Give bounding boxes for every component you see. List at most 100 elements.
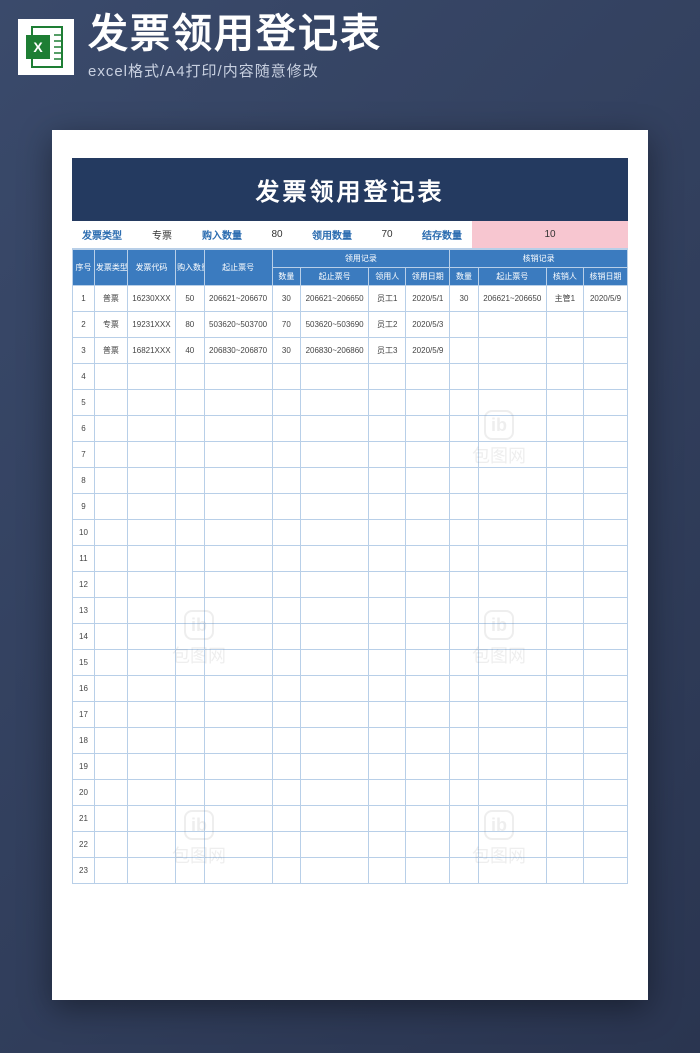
cell-vqty: [450, 494, 479, 520]
table-row: 20: [73, 780, 628, 806]
col-use-date: 领用日期: [406, 268, 450, 286]
cell-seq: 1: [73, 286, 95, 312]
cell-urange: [301, 494, 369, 520]
cell-uqty: [272, 364, 301, 390]
cell-uqty: [272, 754, 301, 780]
cell-udate: 2020/5/3: [406, 312, 450, 338]
cell-seq: 3: [73, 338, 95, 364]
cell-uqty: [272, 858, 301, 884]
cell-vperson: 主管1: [546, 286, 583, 312]
cell-vdate: 2020/5/9: [584, 286, 628, 312]
cell-range: [204, 676, 272, 702]
cell-vperson: [546, 624, 583, 650]
cell-vqty: [450, 364, 479, 390]
cell-uqty: [272, 442, 301, 468]
cell-vrange: [478, 780, 546, 806]
cell-vdate: [584, 598, 628, 624]
cell-uperson: 员工1: [369, 286, 406, 312]
col-use-person: 领用人: [369, 268, 406, 286]
cell-vperson: [546, 806, 583, 832]
cell-code: [127, 520, 175, 546]
cell-range: [204, 572, 272, 598]
cell-vperson: [546, 390, 583, 416]
table-row: 2专票19231XXX80503620~50370070503620~50369…: [73, 312, 628, 338]
cell-seq: 21: [73, 806, 95, 832]
cell-vrange: [478, 572, 546, 598]
cell-code: [127, 832, 175, 858]
cell-range: [204, 390, 272, 416]
cell-uqty: [272, 572, 301, 598]
cell-vqty: [450, 728, 479, 754]
col-code: 发票代码: [127, 250, 175, 286]
cell-buyqty: [176, 780, 205, 806]
cell-uperson: [369, 806, 406, 832]
cell-type: 普票: [94, 286, 127, 312]
cell-vqty: [450, 312, 479, 338]
cell-type: 普票: [94, 338, 127, 364]
cell-code: [127, 728, 175, 754]
cell-vrange: [478, 338, 546, 364]
cell-vdate: [584, 494, 628, 520]
table-row: 22: [73, 832, 628, 858]
cell-seq: 18: [73, 728, 95, 754]
cell-vrange: [478, 676, 546, 702]
cell-vdate: [584, 364, 628, 390]
cell-seq: 8: [73, 468, 95, 494]
cell-urange: [301, 598, 369, 624]
cell-vqty: [450, 780, 479, 806]
cell-udate: [406, 780, 450, 806]
cell-vqty: [450, 468, 479, 494]
table-row: 15: [73, 650, 628, 676]
cell-uperson: [369, 442, 406, 468]
cell-seq: 16: [73, 676, 95, 702]
cell-buyqty: [176, 546, 205, 572]
cell-uqty: [272, 520, 301, 546]
cell-code: [127, 572, 175, 598]
cell-seq: 2: [73, 312, 95, 338]
table-row: 23: [73, 858, 628, 884]
cell-seq: 12: [73, 572, 95, 598]
cell-seq: 20: [73, 780, 95, 806]
cell-urange: [301, 650, 369, 676]
cell-udate: [406, 442, 450, 468]
cell-vperson: [546, 650, 583, 676]
cell-uperson: [369, 754, 406, 780]
col-use-qty: 数量: [272, 268, 301, 286]
cell-uqty: [272, 780, 301, 806]
cell-buyqty: [176, 650, 205, 676]
cell-uqty: [272, 546, 301, 572]
cell-vqty: [450, 832, 479, 858]
cell-vrange: [478, 494, 546, 520]
col-range: 起止票号: [204, 250, 272, 286]
cell-uqty: [272, 806, 301, 832]
cell-vrange: [478, 754, 546, 780]
cell-seq: 14: [73, 624, 95, 650]
cell-type: [94, 598, 127, 624]
cell-udate: [406, 858, 450, 884]
col-buyqty: 购入数量: [176, 250, 205, 286]
cell-vdate: [584, 676, 628, 702]
cell-seq: 11: [73, 546, 95, 572]
col-verify-range: 起止票号: [478, 268, 546, 286]
cell-udate: [406, 650, 450, 676]
cell-udate: 2020/5/9: [406, 338, 450, 364]
cell-uqty: 30: [272, 338, 301, 364]
cell-vrange: [478, 546, 546, 572]
cell-buyqty: [176, 364, 205, 390]
cell-uqty: [272, 494, 301, 520]
cell-type: [94, 390, 127, 416]
cell-buyqty: 40: [176, 338, 205, 364]
cell-uperson: [369, 624, 406, 650]
cell-urange: [301, 806, 369, 832]
cell-vdate: [584, 858, 628, 884]
table-row: 4: [73, 364, 628, 390]
cell-udate: [406, 728, 450, 754]
cell-uperson: [369, 650, 406, 676]
cell-vperson: [546, 832, 583, 858]
cell-uqty: [272, 676, 301, 702]
cell-urange: [301, 780, 369, 806]
cell-vrange: [478, 806, 546, 832]
cell-code: [127, 364, 175, 390]
cell-buyqty: [176, 858, 205, 884]
cell-urange: [301, 416, 369, 442]
